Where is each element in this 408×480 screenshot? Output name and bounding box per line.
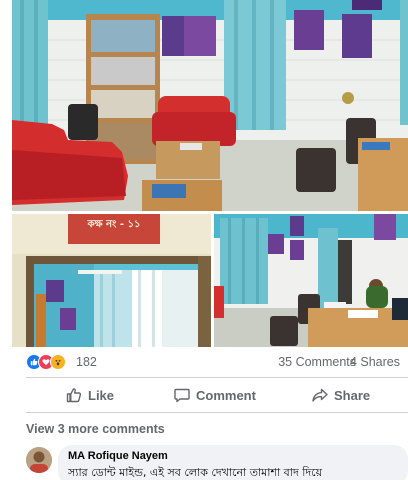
- post-photo-office[interactable]: [214, 214, 408, 347]
- office-photo: [214, 214, 408, 347]
- share-button[interactable]: Share: [312, 380, 370, 410]
- comment-icon: [174, 388, 190, 403]
- reaction-icons[interactable]: [26, 354, 70, 370]
- shares-count[interactable]: 4 Shares: [350, 355, 400, 369]
- comment-item: MA Rofique Nayem স্যার ডোন্ট মাইন্ড, এই …: [26, 445, 408, 480]
- waiting-room-photo: [12, 0, 408, 211]
- post-actions: Like Comment Share: [26, 380, 408, 410]
- comment-label: Comment: [196, 387, 256, 403]
- reactions-summary: 182 35 Comments 4 Shares: [26, 351, 408, 373]
- post-photo-waiting-room[interactable]: [12, 0, 408, 211]
- share-icon: [312, 388, 328, 402]
- divider: [26, 412, 408, 413]
- comment-bubble: MA Rofique Nayem স্যার ডোন্ট মাইন্ড, এই …: [58, 445, 408, 480]
- post-photo-room-door[interactable]: কক্ষ নং - ১১: [12, 214, 211, 347]
- view-more-comments-link[interactable]: View 3 more comments: [26, 422, 165, 436]
- comment-author[interactable]: MA Rofique Nayem: [68, 450, 398, 462]
- like-button[interactable]: Like: [66, 380, 114, 410]
- comment-text: স্যার ডোন্ট মাইন্ড, এই সব লোক দেখানো তাম…: [68, 466, 323, 479]
- wow-icon: [50, 354, 66, 370]
- like-label: Like: [88, 387, 115, 403]
- divider: [26, 377, 408, 378]
- room-number-sign: কক্ষ নং - ১১: [87, 219, 141, 230]
- share-label: Share: [334, 387, 371, 403]
- thumbs-up-icon: [66, 388, 82, 403]
- post-photo-grid: কক্ষ নং - ১১: [0, 0, 408, 347]
- reaction-count[interactable]: 182: [76, 355, 97, 369]
- comments-count[interactable]: 35 Comments: [278, 355, 356, 369]
- comment-button[interactable]: Comment: [174, 380, 256, 410]
- avatar[interactable]: [26, 447, 52, 473]
